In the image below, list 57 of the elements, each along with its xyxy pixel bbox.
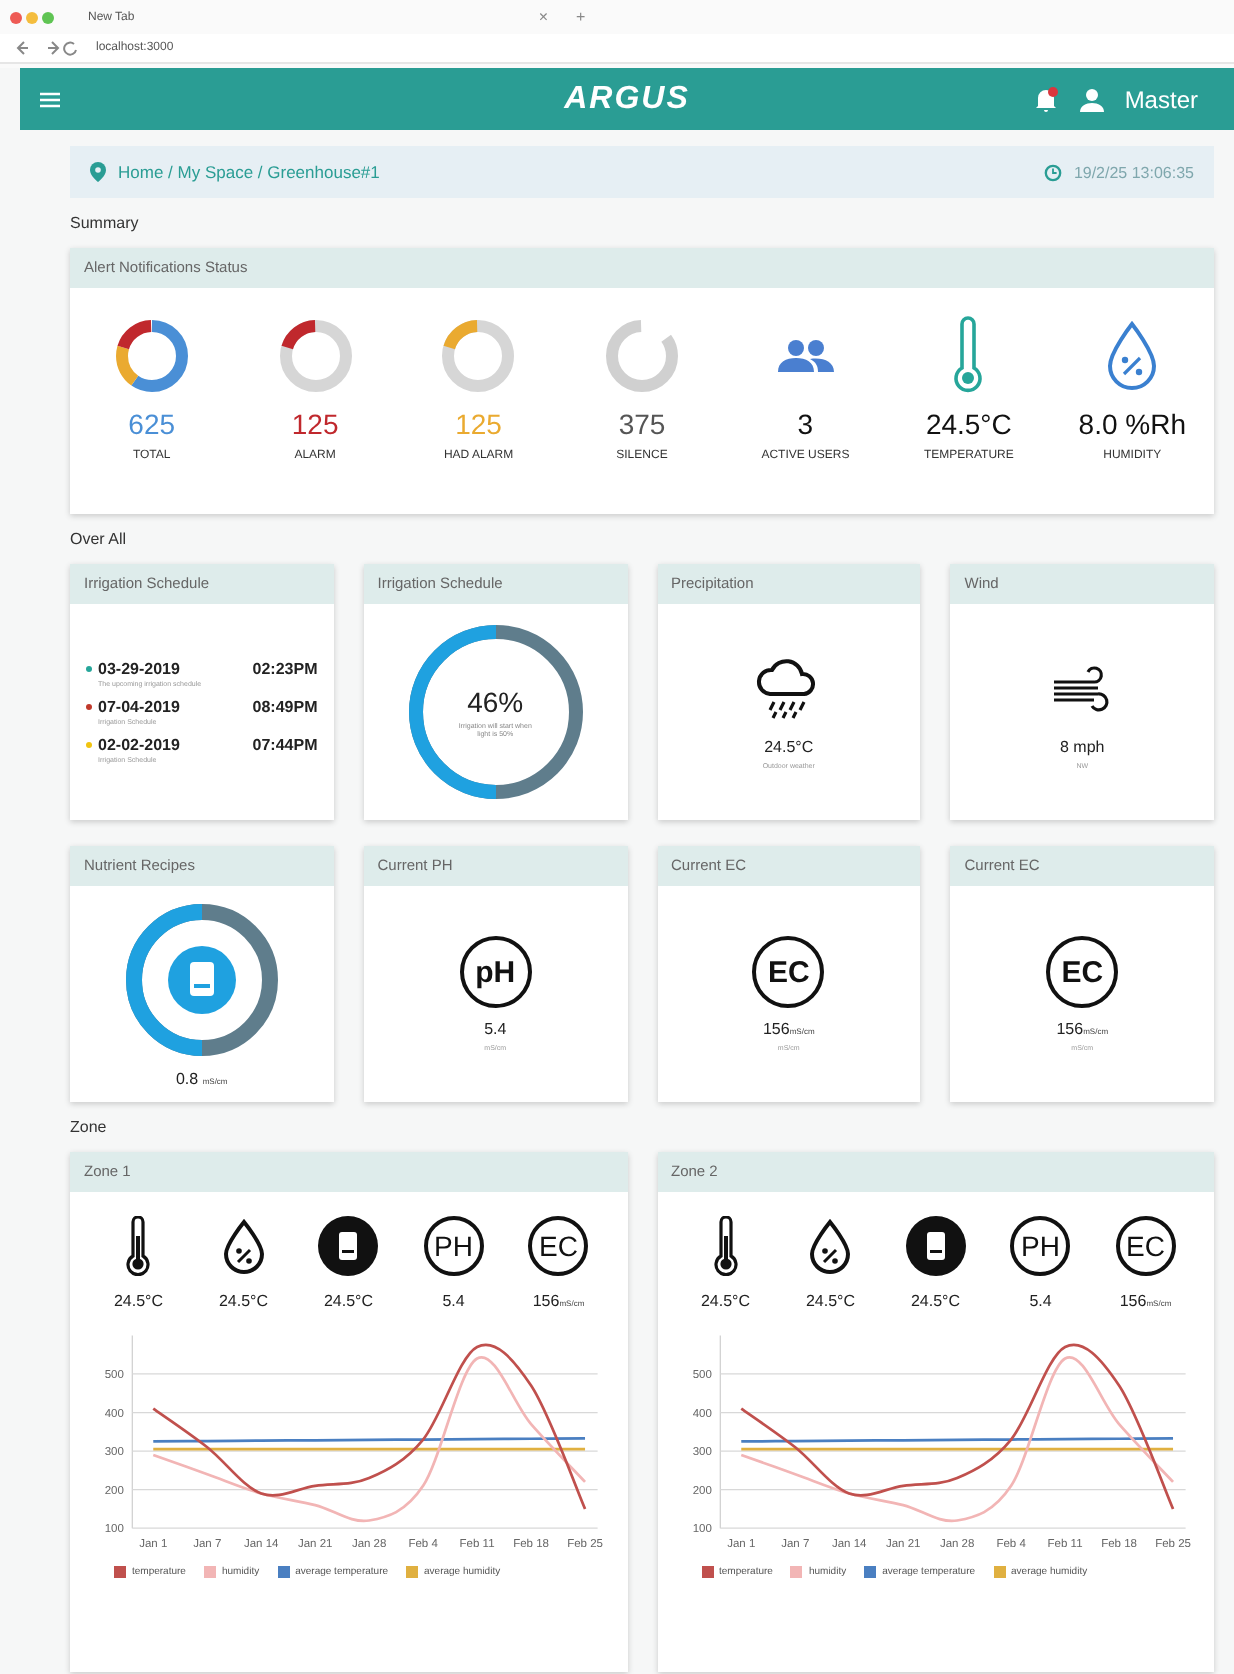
sensor-value: 24.5°C [218, 1292, 269, 1310]
sensor-symbol: EC [528, 1216, 589, 1276]
sensor-symbol: PH [1010, 1216, 1071, 1276]
schedule-date: 03-29-2019 [98, 660, 180, 678]
stat-value: 625 [128, 408, 176, 440]
bell-icon[interactable] [1032, 85, 1061, 113]
sensor-value: 24.5°C [113, 1292, 164, 1310]
stat-value: 375 [618, 408, 666, 440]
breadcrumb-path[interactable]: Home / My Space / Greenhouse#1 [118, 162, 380, 182]
sensor-value: 5.4 [1029, 1292, 1052, 1310]
navigation-arrows-icon[interactable] [12, 40, 80, 56]
user-name[interactable]: Master [1124, 85, 1198, 113]
stat-value: 125 [455, 408, 502, 440]
sensor-symbol: EC [752, 936, 825, 1008]
water-drop-icon [808, 1218, 853, 1274]
sensor-value: 24.5°C [805, 1292, 856, 1310]
schedule-time: 07:44PM [252, 736, 318, 754]
thermometer-icon [713, 1216, 738, 1276]
sensor-symbol: EC [1115, 1216, 1176, 1276]
weather-value: 24.5°C [764, 738, 814, 756]
section-title: Summary [70, 214, 141, 232]
thermometer-icon [126, 1216, 151, 1276]
stat-value: 8.0 %Rh [1078, 408, 1186, 440]
sensor-symbol: PH [423, 1216, 484, 1276]
nutrient-bag-icon [318, 1216, 379, 1276]
schedule-date: 02-02-2019 [98, 736, 180, 754]
sensor-value: 24.5°C [910, 1292, 961, 1310]
sensor-value: 5.4 [442, 1292, 465, 1310]
window-controls-icon[interactable] [8, 9, 60, 25]
sensor-symbol: EC [1046, 936, 1119, 1008]
schedule-time: 08:49PM [252, 698, 318, 716]
donut-chart-icon [111, 316, 192, 396]
clock-icon [1043, 163, 1062, 181]
stat-value: 3 [797, 408, 814, 440]
stat-value: 125 [291, 408, 339, 440]
logo: ARGUS [564, 81, 690, 117]
donut-chart-icon [275, 316, 356, 396]
section-title: Zone [70, 1118, 109, 1136]
donut-chart-icon [601, 316, 682, 396]
nutrient-bag-icon [905, 1216, 966, 1276]
sensor-value: 24.5°C [700, 1292, 751, 1310]
sensor-value: 5.4 [484, 1020, 507, 1038]
menu-icon[interactable] [40, 91, 60, 107]
sensor-value: 24.5°C [323, 1292, 374, 1310]
water-drop-icon [221, 1218, 266, 1274]
schedule-date: 07-04-2019 [98, 698, 180, 716]
stat-value: 24.5°C [925, 408, 1012, 440]
progress-value: 46% [467, 686, 524, 718]
weather-value: 8 mph [1060, 738, 1105, 756]
location-pin-icon [90, 162, 106, 182]
new-tab-button[interactable]: + [576, 8, 586, 26]
schedule-time: 02:23PM [252, 660, 318, 678]
sensor-symbol: pH [459, 936, 532, 1008]
donut-chart-icon [438, 316, 519, 396]
user-icon[interactable] [1080, 87, 1105, 111]
section-title: Over All [70, 530, 129, 548]
date-time: 19/2/25 13:06:35 [1073, 163, 1194, 181]
